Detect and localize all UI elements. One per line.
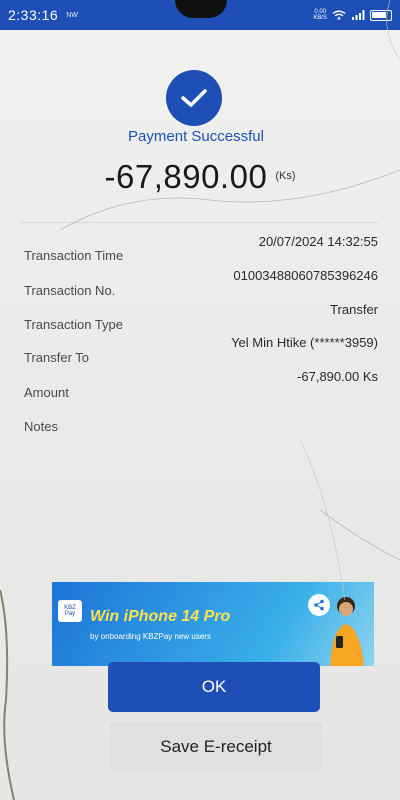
transaction-no-value: 01003488060785396246 bbox=[233, 268, 378, 283]
status-left: 2:33:16 NW bbox=[8, 7, 78, 23]
payment-success-screen: 2:33:16 NW 0.00 KB/S Payment Successful … bbox=[0, 0, 400, 800]
amount-label: Amount bbox=[24, 385, 69, 400]
signal-icon bbox=[352, 10, 365, 20]
transaction-time-value: 20/07/2024 14:32:55 bbox=[258, 234, 378, 249]
amount-detail-value: -67,890.00 Ks bbox=[297, 369, 378, 384]
success-check-icon bbox=[166, 70, 222, 126]
banner-title: Win iPhone 14 Pro bbox=[90, 608, 231, 625]
transaction-type-value: Transfer bbox=[330, 302, 378, 317]
status-time: 2:33:16 bbox=[8, 7, 59, 23]
network-speed-unit: KB/S bbox=[313, 15, 327, 21]
notification-indicator: NW bbox=[66, 11, 78, 19]
transfer-to-value: Yel Min Htike (******3959) bbox=[231, 335, 378, 350]
transfer-to-label: Transfer To bbox=[24, 350, 90, 365]
amount-value: -67,890.00 bbox=[104, 158, 268, 195]
kbzpay-logo-bottom: Pay bbox=[64, 611, 76, 617]
transaction-type-label: Transaction Type bbox=[24, 317, 123, 332]
checkmark-icon bbox=[181, 89, 207, 107]
network-speed: 0.00 KB/S bbox=[313, 9, 327, 21]
transaction-time-label: Transaction Time bbox=[24, 248, 124, 263]
currency-label: (Ks) bbox=[275, 170, 296, 182]
divider bbox=[20, 222, 378, 223]
kbzpay-logo: KBZ Pay bbox=[58, 600, 82, 622]
ok-button[interactable]: OK bbox=[108, 662, 320, 712]
wifi-icon bbox=[332, 10, 346, 20]
save-e-receipt-button[interactable]: Save E-receipt bbox=[110, 722, 322, 772]
promo-banner[interactable]: KBZ Pay Win iPhone 14 Pro by onboarding … bbox=[52, 582, 374, 666]
status-right: 0.00 KB/S bbox=[313, 9, 392, 21]
promo-person-image bbox=[330, 597, 364, 666]
amount-display: -67,890.00 (Ks) bbox=[0, 158, 400, 196]
page-title: Payment Successful bbox=[128, 128, 264, 145]
banner-subtitle: by onboarding KBZPay new users bbox=[90, 632, 211, 641]
transaction-no-label: Transaction No. bbox=[24, 283, 116, 298]
battery-icon bbox=[370, 9, 392, 21]
notes-label: Notes bbox=[24, 419, 58, 434]
